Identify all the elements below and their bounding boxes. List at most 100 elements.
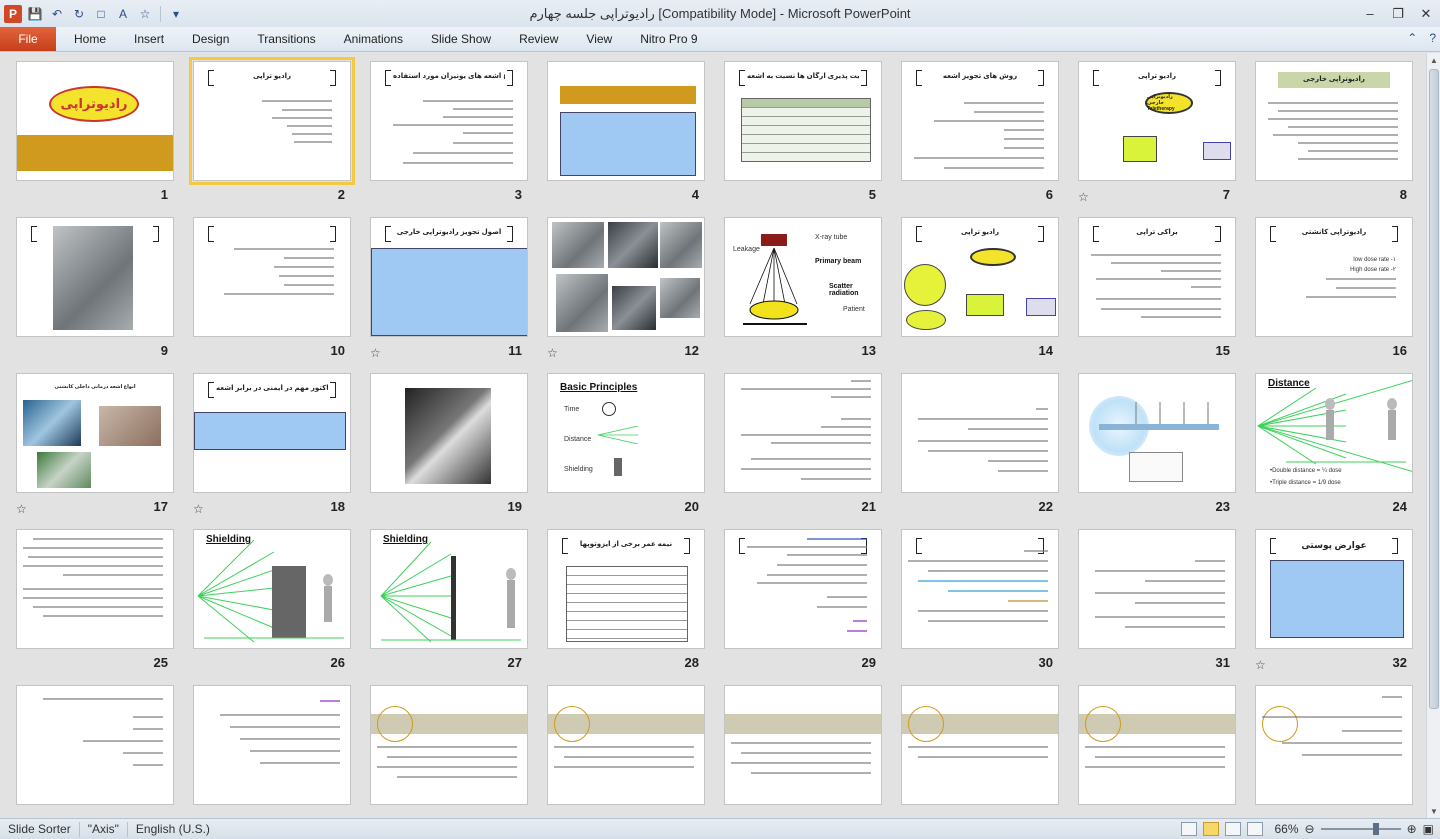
slide-thumbnail-35[interactable] xyxy=(370,685,528,805)
slide-thumbnail-12[interactable] xyxy=(547,217,705,337)
slide-thumbnail-2[interactable]: رادیو تراپی xyxy=(189,57,355,185)
title-bar: P 💾 ↶ ↻ □ A ☆ ▾ رادیوتراپی جلسه چهارم [C… xyxy=(0,0,1440,27)
tab-animations[interactable]: Animations xyxy=(330,27,417,51)
customize-toolbar-chevron-icon[interactable]: ▾ xyxy=(167,5,185,23)
tab-nitro-pro[interactable]: Nitro Pro 9 xyxy=(626,27,711,51)
tab-home[interactable]: Home xyxy=(60,27,120,51)
shielding-rays-diagram xyxy=(197,539,344,643)
slide-thumbnail-28[interactable]: نیمه عمر برخی از ایزوتوپها xyxy=(547,529,705,649)
status-language[interactable]: English (U.S.) xyxy=(128,822,218,837)
slide-thumbnail-1[interactable]: رادیوتراپی xyxy=(16,61,174,181)
zoom-slider[interactable] xyxy=(1320,823,1401,835)
slide-thumbnail-26[interactable]: Shielding xyxy=(193,529,351,649)
slide-thumbnail-38[interactable] xyxy=(901,685,1059,805)
scroll-down-icon[interactable]: ▼ xyxy=(1427,804,1440,818)
slide-thumbnail-10[interactable] xyxy=(193,217,351,337)
file-tab[interactable]: File xyxy=(0,27,56,51)
close-icon[interactable]: ✕ xyxy=(1412,0,1440,27)
slide-thumbnail-22[interactable] xyxy=(901,373,1059,493)
slide-thumbnail-6[interactable]: روش های تجویز اشعه xyxy=(901,61,1059,181)
slide-thumbnail-17[interactable]: انواع اشعه درمانی داخلی کانشتی xyxy=(16,373,174,493)
slide-thumbnail-37[interactable] xyxy=(724,685,882,805)
slide-thumbnail-25[interactable] xyxy=(16,529,174,649)
transition-star-icon[interactable]: ☆ xyxy=(370,346,381,360)
toolbar-separator xyxy=(160,5,161,22)
slide-thumbnail-5[interactable]: حساسیت پذیری ارگان ها نسبت به اشعه xyxy=(724,61,882,181)
tab-slide-show[interactable]: Slide Show xyxy=(417,27,505,51)
scroll-up-icon[interactable]: ▲ xyxy=(1427,53,1440,67)
minimize-icon[interactable]: – xyxy=(1356,0,1384,27)
slide-thumbnail-8[interactable]: رادیوتراپی خارجی xyxy=(1255,61,1413,181)
slide-number: 19 xyxy=(507,499,522,514)
slide-thumbnail-14[interactable]: رادیو تراپی xyxy=(901,217,1059,337)
slide-thumbnail-19[interactable] xyxy=(370,373,528,493)
status-theme[interactable]: "Axis" xyxy=(80,821,128,837)
normal-view-icon[interactable] xyxy=(1180,822,1197,836)
slide-title: انواع اشعه های یونیزان مورد استفاده xyxy=(393,73,505,80)
slide-thumbnail-9[interactable] xyxy=(16,217,174,337)
reading-view-icon[interactable] xyxy=(1224,822,1241,836)
transition-star-icon[interactable]: ☆ xyxy=(547,346,558,360)
slide-title: روش های تجویز اشعه xyxy=(942,73,1018,80)
vertical-scrollbar[interactable]: ▲ ▼ xyxy=(1426,53,1440,818)
slide-thumbnail-39[interactable] xyxy=(1078,685,1236,805)
slide-thumbnail-34[interactable] xyxy=(193,685,351,805)
transition-star-icon[interactable]: ☆ xyxy=(1255,658,1266,672)
tab-transitions[interactable]: Transitions xyxy=(243,27,329,51)
scrollbar-thumb[interactable] xyxy=(1429,69,1439,709)
slide-number: 5 xyxy=(868,187,876,202)
slide-thumbnail-11[interactable]: اصول تجویز رادیوتراپی خارجی xyxy=(370,217,528,337)
slide-title: حساسیت پذیری ارگان ها نسبت به اشعه xyxy=(747,73,859,80)
zoom-level[interactable]: 66% xyxy=(1275,822,1299,836)
slide-thumbnail-4[interactable] xyxy=(547,61,705,181)
zoom-slider-thumb[interactable] xyxy=(1372,823,1379,835)
slide-thumbnail-27[interactable]: Shielding xyxy=(370,529,528,649)
slide-thumbnail-23[interactable] xyxy=(1078,373,1236,493)
slide-number: 17 xyxy=(153,499,168,514)
slide-thumbnail-13[interactable]: X-ray tube Leakage Primary beam Scatter … xyxy=(724,217,882,337)
tab-design[interactable]: Design xyxy=(178,27,243,51)
tab-review[interactable]: Review xyxy=(505,27,572,51)
slide-bracket xyxy=(208,70,214,86)
slide-thumbnail-16[interactable]: رادیوتراپی کانشتی low dose rate -۱ High … xyxy=(1255,217,1413,337)
minimize-ribbon-icon[interactable]: ⌃ xyxy=(1407,31,1417,45)
slide-sorter-view-icon[interactable] xyxy=(1202,822,1219,836)
slide-thumbnail-31[interactable] xyxy=(1078,529,1236,649)
transition-star-icon[interactable]: ☆ xyxy=(16,502,27,516)
transition-star-icon[interactable]: ☆ xyxy=(1078,190,1089,204)
slide-thumbnail-33[interactable] xyxy=(16,685,174,805)
rays-icon xyxy=(598,426,638,444)
slide-note: •Triple distance = 1/9 dose xyxy=(1270,480,1341,486)
tab-insert[interactable]: Insert xyxy=(120,27,178,51)
fit-to-window-icon[interactable]: ▣ xyxy=(1423,822,1434,836)
slide-thumbnail-40[interactable] xyxy=(1255,685,1413,805)
zoom-in-icon[interactable]: ⊕ xyxy=(1407,822,1417,836)
slide-number: 20 xyxy=(684,499,699,514)
slide-thumbnail-29[interactable] xyxy=(724,529,882,649)
slide-thumbnail-21[interactable] xyxy=(724,373,882,493)
slide-thumbnail-30[interactable] xyxy=(901,529,1059,649)
slide-show-view-icon[interactable] xyxy=(1246,822,1263,836)
star-icon[interactable]: ☆ xyxy=(136,5,154,23)
powerpoint-logo-icon[interactable]: P xyxy=(4,4,22,23)
undo-icon[interactable]: ↶ xyxy=(48,5,66,23)
slide-thumbnail-24[interactable]: Distance •Double distance = ¼ dose •Trip… xyxy=(1255,373,1413,493)
slide-thumbnail-3[interactable]: انواع اشعه های یونیزان مورد استفاده xyxy=(370,61,528,181)
slide-thumbnail-36[interactable] xyxy=(547,685,705,805)
slide-thumbnail-20[interactable]: Basic Principles Time Distance Shielding xyxy=(547,373,705,493)
window-controls: – ❐ ✕ xyxy=(1356,0,1440,27)
slide-thumbnail-15[interactable]: براکی تراپی xyxy=(1078,217,1236,337)
slide-sorter-pane[interactable]: رادیوتراپی رادیو تراپی انواع اشعه های یو… xyxy=(0,53,1426,818)
slide-thumbnail-7[interactable]: رادیو تراپی رادیوتراپی خارجی Teletherapy xyxy=(1078,61,1236,181)
zoom-out-icon[interactable]: ⊖ xyxy=(1305,822,1315,836)
save-icon[interactable]: 💾 xyxy=(26,5,44,23)
tab-view[interactable]: View xyxy=(572,27,626,51)
slide-thumbnail-18[interactable]: سه فاکتور مهم در ایمنی در برابر اشعه xyxy=(193,373,351,493)
redo-icon[interactable]: ↻ xyxy=(70,5,88,23)
restore-icon[interactable]: ❐ xyxy=(1384,0,1412,27)
help-icon[interactable]: ? xyxy=(1429,31,1436,45)
transition-star-icon[interactable]: ☆ xyxy=(193,502,204,516)
slide-thumbnail-32[interactable]: عوارض پوستی xyxy=(1255,529,1413,649)
new-document-icon[interactable]: □ xyxy=(92,5,110,23)
text-format-icon[interactable]: A xyxy=(114,5,132,23)
